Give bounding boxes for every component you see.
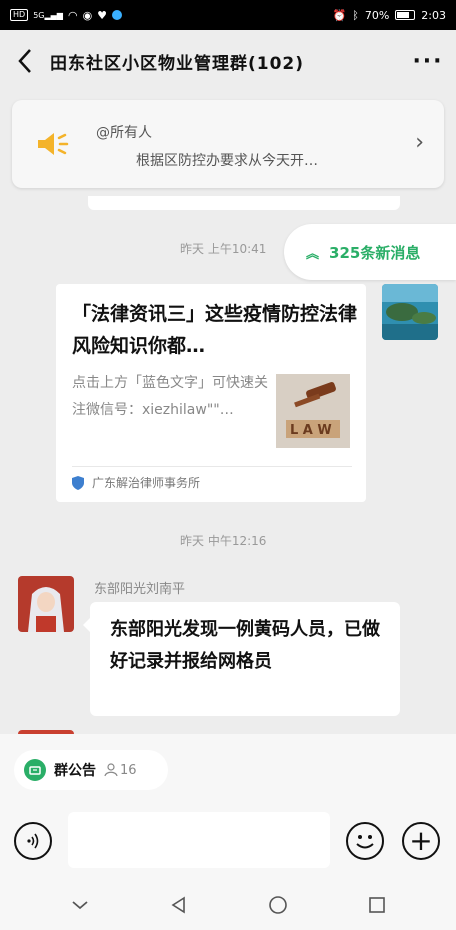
avatar[interactable] — [382, 284, 438, 340]
nav-back-button[interactable] — [159, 885, 199, 925]
alarm-icon: ⏰ — [332, 8, 347, 22]
heart-icon: ♥ — [97, 8, 108, 22]
announcement-button[interactable]: 群公告 16 — [14, 750, 168, 790]
notice-mention: @所有人 — [96, 125, 152, 141]
member-count: 16 — [104, 763, 137, 778]
hide-keyboard-button[interactable] — [60, 885, 100, 925]
new-messages-label: 325条新消息 — [329, 243, 421, 262]
add-attachment-button[interactable]: + — [402, 822, 440, 860]
card-divider — [72, 466, 352, 467]
person-icon — [104, 763, 118, 777]
nav-home-button[interactable] — [258, 885, 298, 925]
triangle-back-icon — [171, 896, 185, 914]
avatar-anime-image — [18, 576, 74, 632]
chevron-down-icon — [71, 901, 88, 910]
more-button[interactable]: ··· — [400, 49, 456, 74]
voice-input-button[interactable] — [14, 822, 52, 860]
chat-title: 田东社区小区物业管理群(102) — [50, 53, 305, 74]
card-description: 点击上方「蓝色文字」可快速关注微信号：xiezhilaw""… — [72, 375, 268, 418]
chevron-left-icon — [18, 49, 31, 73]
card-source: 广东解治律师事务所 — [72, 474, 200, 491]
double-chevron-up-icon: ︽ — [306, 246, 320, 262]
avatar-landscape-image — [382, 284, 438, 340]
back-button[interactable] — [0, 30, 50, 92]
message-timestamp: 昨天 中午12:16 — [180, 534, 267, 548]
nav-recents-button[interactable] — [357, 885, 397, 925]
chat-header: 田东社区小区物业管理群(102) ··· — [0, 30, 456, 92]
hd-badge: HD — [10, 9, 29, 21]
emoji-icon — [356, 835, 374, 849]
sender-name: 东部阳光刘南平 — [94, 582, 186, 597]
emoji-button[interactable] — [346, 822, 384, 860]
announcement-label: 群公告 — [54, 763, 96, 779]
battery-percent: 70% — [364, 8, 390, 22]
signal-icon: 5G▂▄▆ — [33, 10, 63, 20]
source-name: 广东解治律师事务所 — [92, 476, 201, 490]
new-messages-button[interactable]: ︽ 325条新消息 — [284, 224, 456, 280]
square-recents-icon — [368, 897, 385, 913]
svg-text:L A W: L A W — [290, 423, 332, 438]
notice-text: 根据区防控办要求从今天开… — [136, 153, 318, 169]
plus-icon: + — [409, 824, 433, 857]
message-text: 东部阳光发现一例黄码人员，已做好记录并报给网格员 — [110, 619, 380, 672]
text-message-bubble[interactable]: 东部阳光发现一例黄码人员，已做好记录并报给网格员 — [83, 602, 400, 716]
shield-icon — [72, 475, 84, 490]
message-timestamp: 昨天 上午10:41 — [180, 242, 267, 256]
eye-icon: ◉ — [82, 8, 93, 22]
chevron-right-icon: › — [415, 130, 424, 155]
card-title: 「法律资讯三」这些疫情防控法律风险知识你都… — [72, 303, 358, 357]
law-thumbnail-image: L A W — [276, 374, 350, 448]
clock: 2:03 — [421, 8, 446, 22]
more-dots-icon: ··· — [412, 48, 444, 74]
notification-dot-icon — [112, 10, 123, 20]
battery-icon — [395, 10, 416, 20]
pinned-notice[interactable]: @所有人 根据区防控办要求从今天开… › — [12, 100, 444, 188]
status-bar: HD 5G▂▄▆ ◠ ◉ ♥ ⏰ ᛒ 70% 2:03 — [0, 0, 456, 30]
wifi-icon: ◠ — [67, 8, 78, 22]
system-nav-bar — [0, 880, 456, 930]
announcement-icon — [24, 759, 46, 781]
previous-message-bubble — [88, 196, 400, 210]
speaker-icon — [38, 133, 69, 155]
circle-home-icon — [268, 896, 287, 914]
link-card-message[interactable]: 「法律资讯三」这些疫情防控法律风险知识你都… 点击上方「蓝色文字」可快速关注微信… — [56, 284, 366, 502]
message-input[interactable] — [68, 812, 330, 868]
voice-icon — [27, 833, 39, 849]
bluetooth-icon: ᛒ — [352, 8, 359, 22]
avatar[interactable] — [18, 576, 74, 632]
